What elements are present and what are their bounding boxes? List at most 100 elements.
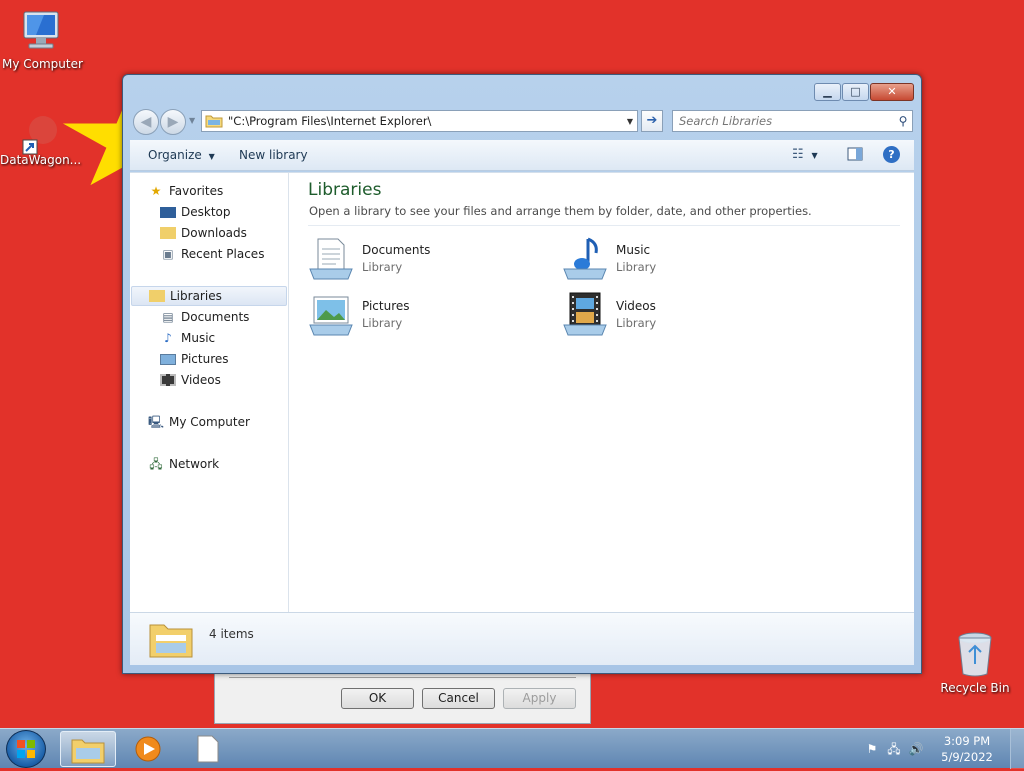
preview-pane-button[interactable] xyxy=(847,147,863,164)
library-type: Library xyxy=(362,316,403,330)
nav-item-music[interactable]: ♪ Music xyxy=(160,328,215,348)
new-library-button[interactable]: New library xyxy=(239,148,308,162)
nav-item-favorites[interactable]: ★ Favorites xyxy=(148,181,224,201)
command-bar: Organize ▼ New library ☷ ▼ ? xyxy=(130,140,914,171)
library-name: Videos xyxy=(616,299,656,313)
network-icon: 🖧 xyxy=(149,457,163,471)
library-name: Documents xyxy=(362,243,431,257)
folder-icon xyxy=(71,739,105,764)
volume-icon[interactable]: 🔊 xyxy=(908,741,924,757)
help-button[interactable]: ? xyxy=(883,146,900,163)
search-icon[interactable]: ⚲ xyxy=(894,114,912,128)
nav-label: Desktop xyxy=(181,205,231,219)
dialog-separator xyxy=(229,677,576,678)
nav-item-my-computer[interactable]: 🖳 My Computer xyxy=(148,412,250,432)
computer-icon xyxy=(23,11,59,49)
explorer-content: ★ Favorites Desktop Downloads ▣ Recent P… xyxy=(130,172,914,612)
window-controls: ▁ □ ✕ xyxy=(813,83,914,101)
address-dropdown-icon[interactable]: ▼ xyxy=(623,117,637,126)
nav-label: Pictures xyxy=(181,352,229,366)
picture-icon xyxy=(160,353,176,365)
desktop-icon xyxy=(160,206,176,218)
library-name: Music xyxy=(616,243,651,257)
nav-label: Libraries xyxy=(170,289,222,303)
nav-label: Recent Places xyxy=(181,247,265,261)
star-icon: ★ xyxy=(150,184,162,198)
nav-item-pictures[interactable]: Pictures xyxy=(160,349,229,369)
view-options-icon: ☷ xyxy=(792,147,804,162)
search-box[interactable]: ⚲ xyxy=(672,110,913,132)
library-name: Pictures xyxy=(362,299,410,313)
preview-pane-icon xyxy=(847,147,863,161)
videos-library-icon xyxy=(563,292,607,336)
shortcut-icon xyxy=(22,116,57,155)
nav-item-recent-places[interactable]: ▣ Recent Places xyxy=(160,244,264,264)
taskbar-notepad-button[interactable] xyxy=(180,731,236,767)
nav-item-libraries[interactable]: Libraries xyxy=(131,286,287,306)
taskbar-media-player-button[interactable] xyxy=(120,731,176,767)
chevron-down-icon: ▼ xyxy=(811,151,818,160)
clock[interactable]: 3:09 PM 5/9/2022 xyxy=(936,733,998,765)
nav-label: My Computer xyxy=(169,415,250,429)
nav-item-videos[interactable]: Videos xyxy=(160,370,221,390)
system-tray: ⚑ 🖧 🔊 3:09 PM 5/9/2022 xyxy=(854,729,1024,769)
library-item-music[interactable]: Music Library xyxy=(562,233,792,283)
library-item-documents[interactable]: Documents Library xyxy=(308,233,538,283)
organize-menu[interactable]: Organize ▼ xyxy=(148,148,215,162)
desktop-icon-recycle-bin[interactable]: Recycle Bin xyxy=(940,630,1010,695)
computer-icon: 🖳 xyxy=(148,415,165,429)
music-note-icon: ♪ xyxy=(164,331,172,345)
nav-label: Favorites xyxy=(169,184,224,198)
nav-label: Downloads xyxy=(181,226,247,240)
clock-time: 3:09 PM xyxy=(943,734,991,748)
main-pane: Libraries Open a library to see your fil… xyxy=(290,173,914,612)
downloads-folder-icon xyxy=(160,227,176,239)
organize-label: Organize xyxy=(148,148,202,162)
close-button[interactable]: ✕ xyxy=(870,83,914,101)
go-button[interactable]: ➔ xyxy=(641,110,663,132)
network-icon[interactable]: 🖧 xyxy=(886,741,902,757)
nav-item-documents[interactable]: ▤ Documents xyxy=(160,307,249,327)
clock-date: 5/9/2022 xyxy=(941,750,993,764)
start-button[interactable] xyxy=(6,730,46,768)
nav-item-network[interactable]: 🖧 Network xyxy=(148,454,219,474)
item-count: 4 items xyxy=(209,627,254,641)
libraries-folder-icon xyxy=(149,624,193,658)
change-view-button[interactable]: ☷ ▼ xyxy=(792,147,818,162)
cancel-button[interactable]: Cancel xyxy=(422,688,495,709)
nav-item-downloads[interactable]: Downloads xyxy=(160,223,247,243)
navigation-pane: ★ Favorites Desktop Downloads ▣ Recent P… xyxy=(130,173,289,612)
explorer-window: ▁ □ ✕ ◀ ▶ ▼ "C:\Program Files\Internet E… xyxy=(122,74,922,674)
address-bar[interactable]: "C:\Program Files\Internet Explorer\ ▼ xyxy=(201,110,638,132)
minimize-button[interactable]: ▁ xyxy=(814,83,841,101)
address-input[interactable]: "C:\Program Files\Internet Explorer\ xyxy=(228,114,623,128)
show-desktop-button[interactable] xyxy=(1010,729,1024,769)
desktop-icon-my-computer[interactable]: My Computer xyxy=(2,8,83,71)
library-type: Library xyxy=(362,260,403,274)
library-item-pictures[interactable]: Pictures Library xyxy=(308,289,538,339)
ok-button[interactable]: OK xyxy=(341,688,414,709)
folder-icon xyxy=(205,115,223,128)
windows-logo-icon xyxy=(17,740,35,758)
page-description: Open a library to see your files and arr… xyxy=(309,204,812,218)
recycle-bin-icon xyxy=(958,632,992,677)
divider xyxy=(308,225,900,226)
taskbar-explorer-button[interactable] xyxy=(60,731,116,767)
document-icon: ▤ xyxy=(162,310,174,324)
recent-places-icon: ▣ xyxy=(162,247,174,261)
library-type: Library xyxy=(616,260,657,274)
nav-item-desktop[interactable]: Desktop xyxy=(160,202,231,222)
back-button[interactable]: ◀ xyxy=(133,109,159,135)
help-icon: ? xyxy=(888,148,895,161)
desktop-icon-datawagon[interactable]: DataWagon... xyxy=(0,110,81,167)
maximize-button[interactable]: □ xyxy=(842,83,869,101)
nav-label: Music xyxy=(181,331,216,345)
apply-button[interactable]: Apply xyxy=(503,688,576,709)
nav-label: Videos xyxy=(181,373,221,387)
forward-button[interactable]: ▶ xyxy=(160,109,186,135)
action-center-flag-icon[interactable]: ⚑ xyxy=(864,741,880,757)
library-item-videos[interactable]: Videos Library xyxy=(562,289,792,339)
search-input[interactable] xyxy=(673,113,894,129)
recent-pages-chevron-icon[interactable]: ▼ xyxy=(189,116,195,125)
media-player-icon xyxy=(135,736,161,762)
